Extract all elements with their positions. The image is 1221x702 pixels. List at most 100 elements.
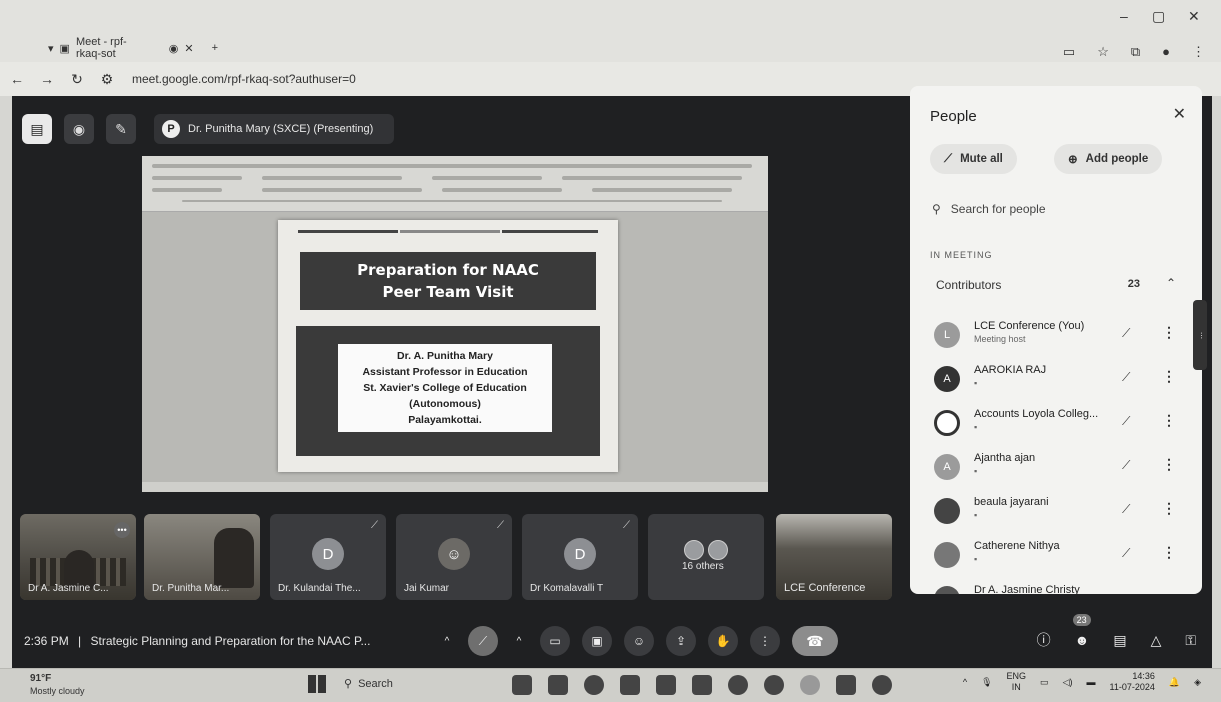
app-icon[interactable] <box>836 675 856 695</box>
language-indicator[interactable]: ENG IN <box>1007 671 1027 693</box>
chevron-up-icon[interactable]: ^ <box>510 626 528 656</box>
search-people-field[interactable]: ⚲ Search for people <box>932 202 1046 216</box>
participant-tile[interactable]: ⟋ D Dr. Kulandai The... <box>270 514 386 600</box>
end-call-button[interactable]: ☎ <box>792 626 838 656</box>
app-icon[interactable] <box>512 675 532 695</box>
emoji-icon[interactable]: ☺ <box>624 626 654 656</box>
more-options-icon[interactable]: ⋮ <box>1162 412 1176 429</box>
list-item[interactable]: A Ajantha ajan ▪ ⟋ ⋮ <box>934 450 1176 490</box>
participant-tile[interactable]: Dr. Punitha Mar... <box>144 514 260 600</box>
reload-icon[interactable]: ↻ <box>64 71 90 88</box>
more-options-icon[interactable]: ⋮ <box>1162 500 1176 517</box>
camera-icon[interactable]: ▭ <box>1063 44 1075 60</box>
app-icon[interactable] <box>656 675 676 695</box>
host-controls-icon[interactable]: ⚿ <box>1185 632 1196 649</box>
minimize-button[interactable]: – <box>1120 8 1128 24</box>
contributors-group[interactable]: Contributors 23 ⌃ <box>936 276 1176 292</box>
panel-title: People <box>930 108 977 125</box>
app-icon[interactable] <box>620 675 640 695</box>
mic-off-icon[interactable]: ⟋ <box>1122 502 1130 517</box>
battery-icon[interactable]: ▬ <box>1086 677 1095 687</box>
menu-icon[interactable]: ⋮ <box>1192 44 1205 60</box>
camera-icon[interactable]: ▭ <box>540 626 570 656</box>
chevron-up-icon[interactable]: ^ <box>963 677 967 687</box>
more-options-icon[interactable]: ••• <box>114 522 130 538</box>
maximize-button[interactable]: ▢ <box>1152 8 1165 25</box>
list-item[interactable]: Catherene Nithya ▪ ⟋ ⋮ <box>934 538 1176 578</box>
taskbar-search[interactable]: ⚲ Search <box>344 677 393 691</box>
chevron-down-icon[interactable]: ▾ <box>48 42 54 55</box>
browser-tab[interactable]: ▾ ▣ Meet - rpf-rkaq-sot ◉ ✕ + <box>48 36 218 60</box>
close-icon[interactable]: ✕ <box>1173 104 1186 124</box>
url-field[interactable]: meet.google.com/rpf-rkaq-sot?authuser=0 <box>132 72 356 86</box>
back-icon[interactable]: ← <box>4 71 30 87</box>
mic-off-icon[interactable]: ⟋ <box>468 626 498 656</box>
people-button[interactable]: 23 ☻ <box>1072 614 1091 648</box>
close-window-button[interactable]: ✕ <box>1188 8 1200 25</box>
mic-off-icon[interactable]: ⟋ <box>1122 546 1130 561</box>
raise-hand-icon[interactable]: ✋ <box>708 626 738 656</box>
pen-icon[interactable]: ✎ <box>106 114 136 144</box>
files-icon[interactable]: ▤ <box>22 114 52 144</box>
profile-icon[interactable]: ● <box>1162 44 1170 60</box>
participant-tile[interactable]: ⟋ D Dr Komalavalli T <box>522 514 638 600</box>
clock-date: 11-07-2024 <box>1109 682 1155 692</box>
app-icon[interactable] <box>800 675 820 695</box>
chrome-icon[interactable] <box>764 675 784 695</box>
site-info-icon[interactable]: ⚙ <box>94 71 120 88</box>
chat-icon[interactable]: ▤ <box>1113 632 1126 649</box>
more-options-icon[interactable]: ⋮ <box>1162 368 1176 385</box>
list-item[interactable]: beaula jayarani ▪ ⟋ ⋮ <box>934 494 1176 534</box>
mic-icon[interactable]: 🎙 <box>981 677 992 688</box>
presenter-pill[interactable]: P Dr. Punitha Mary (SXCE) (Presenting) <box>154 114 394 144</box>
present-icon[interactable]: ⇪ <box>666 626 696 656</box>
participant-tile[interactable]: ••• Dr A. Jasmine C... <box>20 514 136 600</box>
app-icon[interactable] <box>872 675 892 695</box>
mic-off-icon[interactable]: ⟋ <box>1122 370 1130 385</box>
add-people-button[interactable]: ⊕ Add people <box>1054 144 1163 174</box>
slide-title: Preparation for NAAC Peer Team Visit <box>300 252 596 310</box>
captions-icon[interactable]: ▣ <box>582 626 612 656</box>
network-icon[interactable]: ▭ <box>1040 677 1049 688</box>
list-item[interactable]: A AAROKIA RAJ ▪ ⟋ ⋮ <box>934 362 1176 402</box>
mic-off-icon[interactable]: ⟋ <box>1122 414 1130 429</box>
record-icon[interactable]: ◉ <box>64 114 94 144</box>
forward-icon[interactable]: → <box>34 71 60 87</box>
clock[interactable]: 14:36 11-07-2024 <box>1109 671 1154 693</box>
more-options-icon[interactable]: ⋮ <box>1162 456 1176 473</box>
slide-decoration <box>502 230 598 233</box>
participant-tile[interactable]: ⟋ ☺ Jai Kumar <box>396 514 512 600</box>
app-icon[interactable] <box>584 675 604 695</box>
new-tab-icon[interactable]: + <box>212 42 218 54</box>
bookmark-star-icon[interactable]: ☆ <box>1097 44 1109 60</box>
weather-widget[interactable]: 91°F Mostly cloudy <box>30 673 85 697</box>
app-icon[interactable] <box>548 675 568 695</box>
region-code: IN <box>1011 682 1021 692</box>
activities-icon[interactable]: △ <box>1151 632 1162 649</box>
extensions-icon[interactable]: ⧉ <box>1131 44 1140 60</box>
info-icon[interactable]: ⓘ <box>1037 630 1051 650</box>
app-icon[interactable] <box>728 675 748 695</box>
mic-off-icon: ⟋ <box>623 520 630 531</box>
others-tile[interactable]: 16 others <box>648 514 764 600</box>
list-item[interactable]: L LCE Conference (You) Meeting host ⟋ ⋮ <box>934 318 1176 358</box>
notification-bell-icon[interactable]: 🔔 <box>1169 677 1180 688</box>
chevron-up-icon[interactable]: ^ <box>438 626 456 656</box>
copilot-icon[interactable]: ◈ <box>1194 677 1201 688</box>
side-panel-tab[interactable]: ⋯ <box>1193 300 1207 370</box>
volume-icon[interactable]: ◁) <box>1063 677 1073 688</box>
mic-off-icon[interactable]: ⟋ <box>1122 326 1130 341</box>
windows-start-icon[interactable] <box>308 675 326 693</box>
list-item[interactable]: Dr A. Jasmine Christy <box>934 582 1174 594</box>
more-options-icon[interactable]: ⋮ <box>1162 324 1176 341</box>
mute-all-button[interactable]: ⟋ Mute all <box>930 144 1017 174</box>
self-view-tile[interactable]: LCE Conference <box>776 514 892 600</box>
list-item[interactable]: Accounts Loyola Colleg... ▪ ⟋ ⋮ <box>934 406 1176 446</box>
more-options-icon[interactable]: ⋮ <box>1162 544 1176 561</box>
chevron-up-icon[interactable]: ⌃ <box>1166 276 1176 290</box>
mic-off-icon[interactable]: ⟋ <box>1122 458 1130 473</box>
person-name: Ajantha ajan <box>974 452 1036 464</box>
more-options-icon[interactable]: ⋮ <box>750 626 780 656</box>
app-icon[interactable] <box>692 675 712 695</box>
close-tab-icon[interactable]: ✕ <box>184 42 193 55</box>
